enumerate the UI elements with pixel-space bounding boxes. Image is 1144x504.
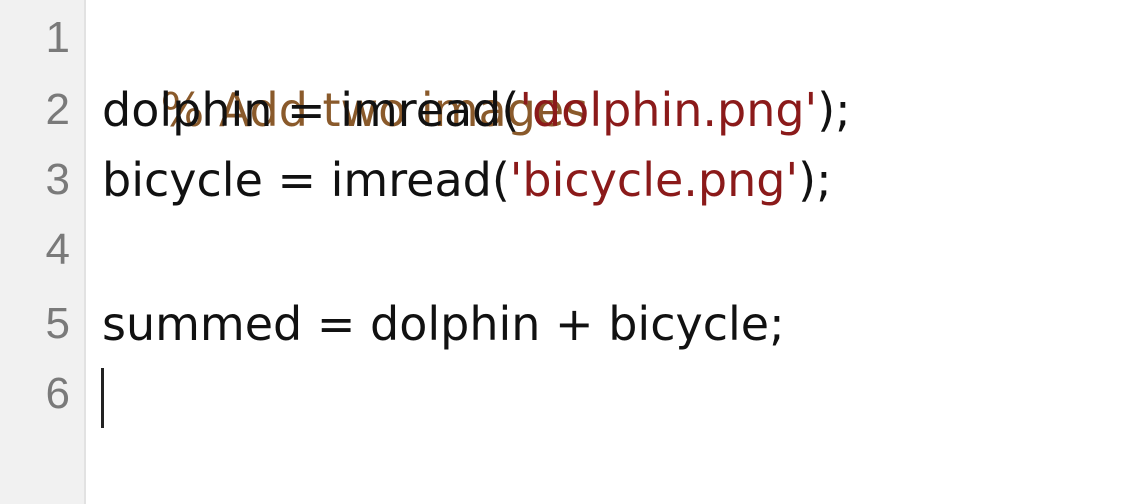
line-number-1: 1 bbox=[45, 13, 70, 62]
code-text: dolphin = imread( bbox=[102, 83, 520, 137]
code-editor[interactable]: 1 2 3 4 5 6 % Add two images dolphin = i… bbox=[0, 0, 1144, 504]
code-text: bicycle = imread( bbox=[102, 153, 510, 207]
text-cursor bbox=[101, 368, 104, 428]
line-number-6: 6 bbox=[45, 369, 70, 418]
code-text: ); bbox=[798, 153, 832, 207]
gutter-divider bbox=[84, 0, 86, 504]
string-literal: 'dolphin.png' bbox=[519, 83, 818, 137]
line-number-2: 2 bbox=[45, 85, 70, 134]
code-line-5[interactable]: summed = dolphin + bicycle; bbox=[102, 288, 785, 360]
code-line-3[interactable]: bicycle = imread('bicycle.png'); bbox=[102, 144, 832, 216]
code-text: ); bbox=[817, 83, 851, 137]
line-number-5: 5 bbox=[45, 299, 70, 348]
string-literal: 'bicycle.png' bbox=[509, 153, 799, 207]
code-line-2[interactable]: dolphin = imread('dolphin.png'); bbox=[102, 74, 851, 146]
line-number-4: 4 bbox=[45, 225, 70, 274]
line-number-3: 3 bbox=[45, 155, 70, 204]
